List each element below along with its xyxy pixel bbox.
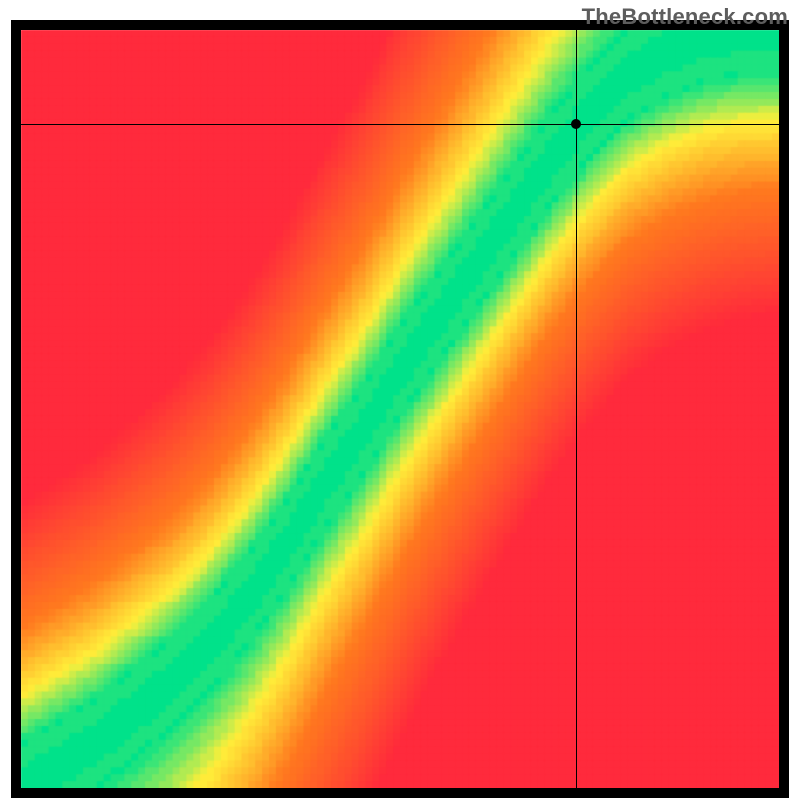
watermark-text: TheBottleneck.com — [582, 4, 788, 30]
chart-container: TheBottleneck.com — [0, 0, 800, 800]
bottleneck-heatmap — [0, 0, 800, 800]
